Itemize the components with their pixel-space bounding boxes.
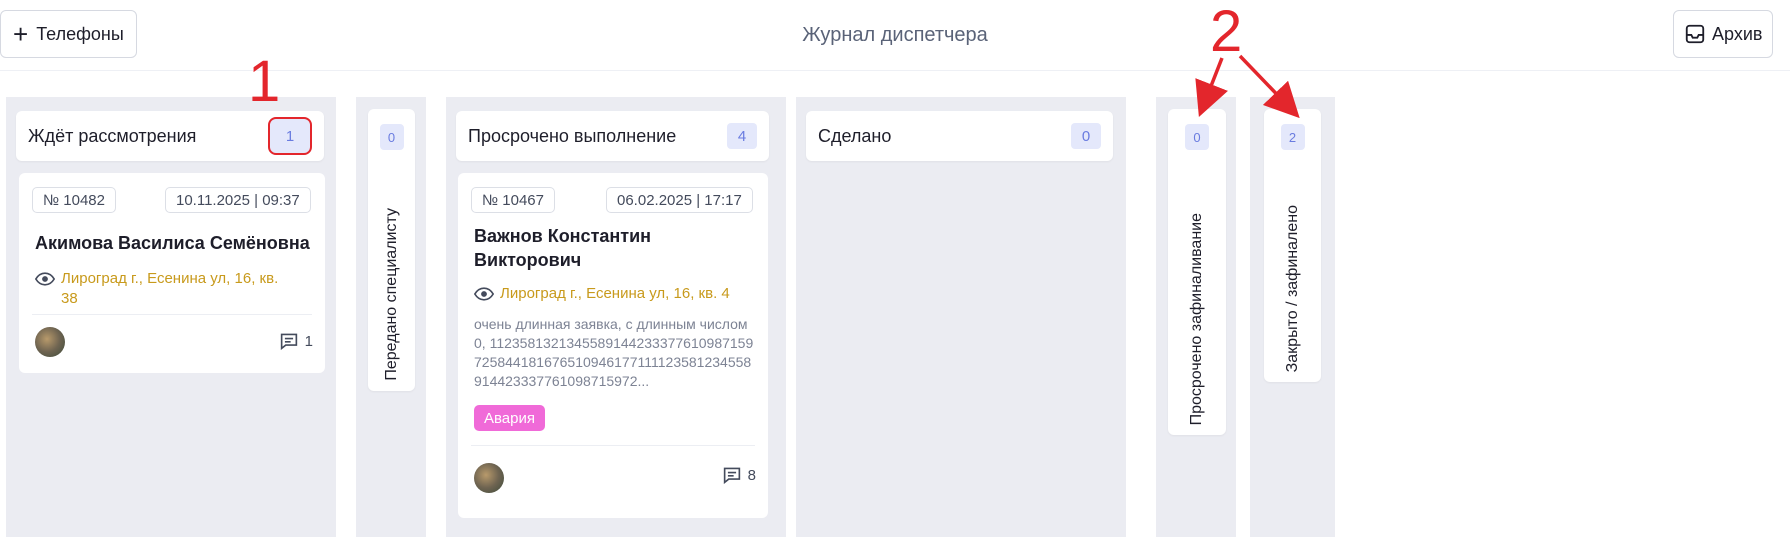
- count-badge: 2: [1280, 124, 1305, 150]
- count-badge: 4: [727, 123, 757, 149]
- inbox-icon: [1685, 24, 1705, 44]
- client-name: Важнов Константин Викторович: [474, 226, 652, 270]
- ticket-card[interactable]: № 10467 06.02.2025 | 17:17 Важнов Конста…: [458, 173, 768, 518]
- eye-icon: [35, 272, 55, 286]
- column-title: Просрочено зафиналивание: [1188, 212, 1205, 425]
- column-awaiting-review: Ждёт рассмотрения 1 № 10482 10.11.2025 |…: [6, 97, 336, 537]
- column-header[interactable]: Сделано 0: [806, 111, 1113, 161]
- count-badge: 1: [268, 117, 312, 155]
- column-closed-finalized: 2 Закрыто / зафиналено: [1250, 97, 1335, 537]
- ticket-datetime: 10.11.2025 | 09:37: [165, 187, 311, 213]
- avatar: [35, 327, 65, 357]
- column-done: Сделано 0: [796, 97, 1126, 537]
- page-title: Журнал диспетчера: [802, 24, 988, 46]
- comment-count: 1: [304, 332, 313, 350]
- column-title: Ждёт рассмотрения: [28, 125, 197, 146]
- eye-icon: [474, 287, 494, 301]
- ticket-card[interactable]: № 10482 10.11.2025 | 09:37 Акимова Васил…: [19, 173, 325, 373]
- comment-counter[interactable]: 1: [279, 332, 313, 350]
- column-header[interactable]: 0 Передано специалисту: [368, 109, 415, 391]
- column-passed-to-specialist: 0 Передано специалисту: [356, 97, 426, 537]
- column-header[interactable]: Просрочено выполнение 4: [456, 111, 769, 161]
- card-divider: [471, 445, 755, 446]
- archive-button[interactable]: Архив: [1673, 10, 1773, 58]
- count-badge: 0: [379, 124, 404, 150]
- ticket-number: № 10467: [471, 187, 555, 213]
- ticket-description: очень длинная заявка, с длинным числом 0…: [474, 316, 754, 389]
- column-title: Сделано: [818, 125, 892, 146]
- ticket-datetime: 06.02.2025 | 17:17: [606, 187, 753, 213]
- client-address[interactable]: Лироград г., Есенина ул, 16, кв. 4: [500, 284, 762, 304]
- column-overdue-finalizing: 0 Просрочено зафиналивание: [1156, 97, 1236, 537]
- column-overdue-execution: Просрочено выполнение 4 № 10467 06.02.20…: [446, 97, 786, 537]
- comment-icon: [280, 333, 297, 350]
- card-divider: [32, 314, 312, 315]
- column-title: Просрочено выполнение: [468, 125, 677, 146]
- avatar: [474, 463, 504, 493]
- annotation-number-2: 2: [1210, 0, 1243, 64]
- ticket-number: № 10482: [32, 187, 116, 213]
- column-header[interactable]: 0 Просрочено зафиналивание: [1168, 109, 1226, 435]
- column-title: Передано специалисту: [382, 208, 400, 381]
- archive-button-label: Архив: [1712, 23, 1763, 44]
- comment-icon: [723, 467, 740, 484]
- comment-count: 8: [747, 466, 756, 484]
- annotation-number-1: 1: [248, 49, 281, 114]
- emergency-tag: Авария: [474, 405, 545, 431]
- count-badge: 0: [1071, 123, 1101, 149]
- comment-counter[interactable]: 8: [722, 466, 756, 484]
- client-name: Акимова Василиса Семёновна: [35, 233, 310, 253]
- column-title: Закрыто / зафиналено: [1283, 204, 1301, 372]
- column-header[interactable]: 2 Закрыто / зафиналено: [1264, 109, 1321, 382]
- count-badge: 0: [1185, 124, 1209, 150]
- client-address[interactable]: Лироград г., Есенина ул, 16, кв. 38: [61, 269, 291, 309]
- column-header[interactable]: Ждёт рассмотрения 1: [16, 111, 324, 161]
